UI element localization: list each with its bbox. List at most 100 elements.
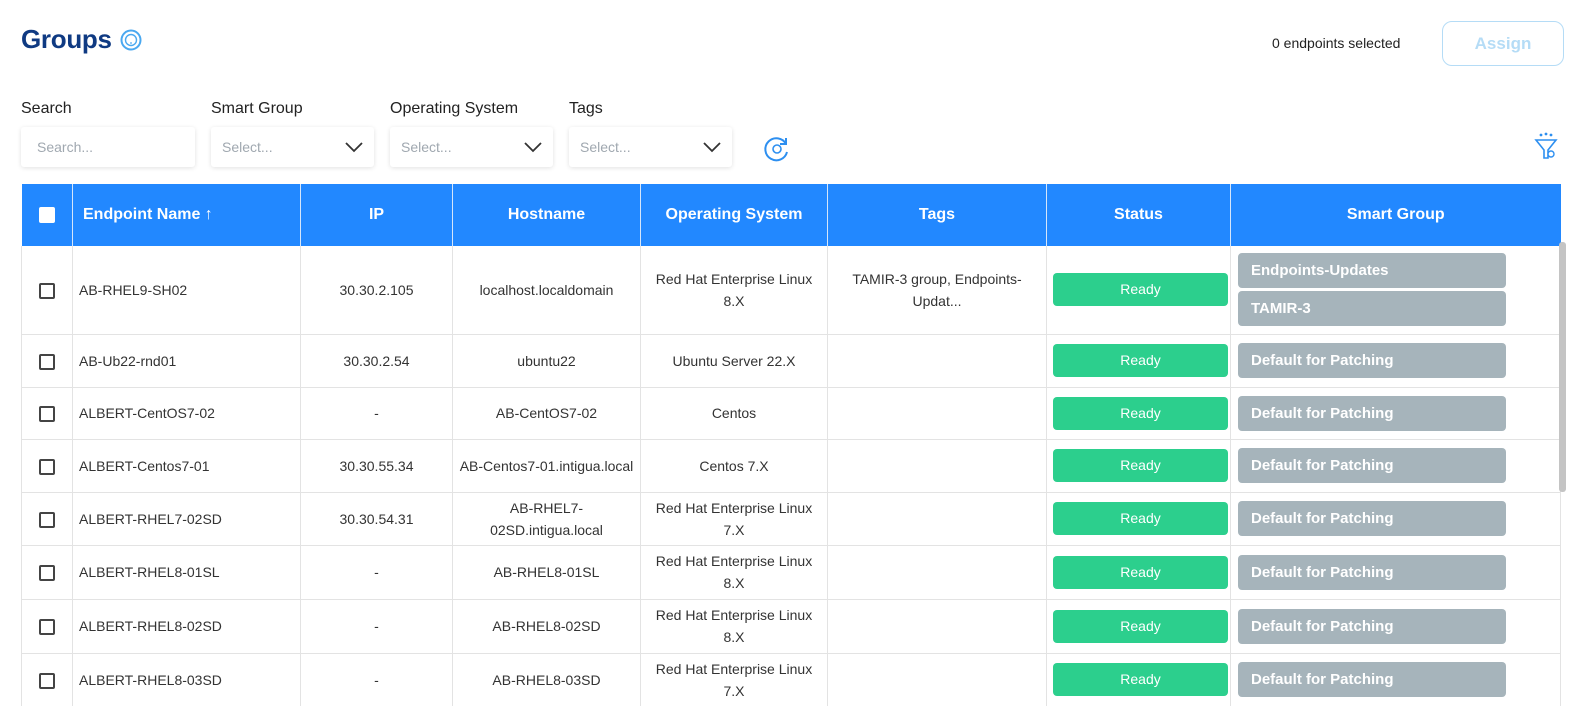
smart-group-select[interactable]: Select... xyxy=(211,127,374,167)
tags-cell xyxy=(827,653,1047,706)
help-icon[interactable] xyxy=(120,29,142,51)
chevron-down-icon xyxy=(345,142,363,153)
ip-cell: 30.30.55.34 xyxy=(300,439,453,493)
row-checkbox[interactable] xyxy=(39,511,55,528)
os-cell: Red Hat Enterprise Linux 8.X xyxy=(640,545,828,600)
os-label: Operating System xyxy=(390,100,519,117)
assign-button[interactable]: Assign xyxy=(1442,21,1564,66)
tags-cell xyxy=(827,334,1047,388)
row-checkbox[interactable] xyxy=(39,406,55,423)
tags-select[interactable]: Select... xyxy=(569,127,732,167)
row-select-cell[interactable] xyxy=(21,439,73,493)
status-badge: Ready xyxy=(1053,555,1228,589)
ip-cell: - xyxy=(300,599,453,654)
filter-funnel-icon[interactable] xyxy=(1534,132,1558,162)
tags-select-value: Select... xyxy=(580,139,631,155)
row-checkbox[interactable] xyxy=(39,283,55,300)
os-cell: Centos xyxy=(640,387,828,440)
smart-group-badge[interactable]: Default for Patching xyxy=(1238,395,1506,431)
os-cell: Red Hat Enterprise Linux 8.X xyxy=(640,246,828,335)
tags-label: Tags xyxy=(569,100,603,117)
select-all-cell[interactable] xyxy=(21,184,73,246)
row-select-cell[interactable] xyxy=(21,246,73,335)
ip-cell: 30.30.2.54 xyxy=(300,334,453,388)
table-row[interactable]: ALBERT-Centos7-01 30.30.55.34 AB-Centos7-0… xyxy=(21,439,1561,493)
smart-group-cell: Default for Patching xyxy=(1230,653,1561,706)
os-cell: Red Hat Enterprise Linux 7.X xyxy=(640,492,828,546)
smart-group-cell: Default for Patching xyxy=(1230,599,1561,654)
column-ip[interactable]: IP xyxy=(300,184,453,246)
search-input[interactable] xyxy=(32,139,185,155)
row-select-cell[interactable] xyxy=(21,653,73,706)
endpoint-name-cell: ALBERT-RHEL8-03SD xyxy=(72,653,301,706)
hostname-cell: AB-RHEL7-02SD.intigua.local xyxy=(452,492,641,546)
table-row[interactable]: ALBERT-RHEL8-03SD - AB-RHEL8-03SD Red Hat E… xyxy=(21,653,1561,706)
column-smart-group[interactable]: Smart Group xyxy=(1230,184,1561,246)
os-cell: Red Hat Enterprise Linux 8.X xyxy=(640,599,828,654)
tags-cell xyxy=(827,387,1047,440)
row-checkbox[interactable] xyxy=(39,458,55,475)
smart-group-filter: Smart Group Select... xyxy=(211,100,374,167)
smart-group-badge[interactable]: Default for Patching xyxy=(1238,554,1506,590)
column-hostname[interactable]: Hostname xyxy=(452,184,641,246)
endpoint-name-cell: ALBERT-RHEL7-02SD xyxy=(72,492,301,546)
smart-group-cell: Default for Patching xyxy=(1230,492,1561,546)
smart-group-badge[interactable]: Endpoints-Updates xyxy=(1238,253,1506,289)
tags-cell xyxy=(827,545,1047,600)
status-cell: Ready xyxy=(1046,492,1231,546)
table-row[interactable]: AB-RHEL9-SH02 30.30.2.105 localhost.locald… xyxy=(21,246,1561,335)
smart-group-badge[interactable]: Default for Patching xyxy=(1238,608,1506,644)
search-label: Search xyxy=(21,100,72,117)
row-select-cell[interactable] xyxy=(21,492,73,546)
row-checkbox[interactable] xyxy=(39,353,55,370)
row-select-cell[interactable] xyxy=(21,545,73,600)
status-cell: Ready xyxy=(1046,545,1231,600)
status-badge: Ready xyxy=(1053,663,1228,696)
table-scrollbar[interactable] xyxy=(1559,242,1566,492)
column-status[interactable]: Status xyxy=(1046,184,1231,246)
smart-group-badge[interactable]: Default for Patching xyxy=(1238,662,1506,697)
hostname-cell: AB-Centos7-01.intigua.local xyxy=(452,439,641,493)
row-select-cell[interactable] xyxy=(21,599,73,654)
status-cell: Ready xyxy=(1046,653,1231,706)
status-cell: Ready xyxy=(1046,599,1231,654)
row-select-cell[interactable] xyxy=(21,387,73,440)
tags-cell: TAMIR-3 group, Endpoints-Updat... xyxy=(827,246,1047,335)
smart-group-cell: Default for Patching xyxy=(1230,545,1561,600)
column-tags[interactable]: Tags xyxy=(827,184,1047,246)
ip-cell: - xyxy=(300,653,453,706)
smart-group-badge[interactable]: Default for Patching xyxy=(1238,448,1506,483)
status-badge: Ready xyxy=(1053,502,1228,535)
os-select[interactable]: Select... xyxy=(390,127,553,167)
table-row[interactable]: ALBERT-RHEL8-01SL - AB-RHEL8-01SL Red Hat E… xyxy=(21,545,1561,600)
status-cell: Ready xyxy=(1046,246,1231,335)
table-row[interactable]: ALBERT-CentOS7-02- AB-CentOS7-02 Centos Rea… xyxy=(21,387,1561,440)
column-operating-system[interactable]: Operating System xyxy=(640,184,828,246)
smart-group-badge[interactable]: Default for Patching xyxy=(1238,501,1506,536)
chevron-down-icon xyxy=(703,142,721,153)
table-row[interactable]: ALBERT-RHEL8-02SD - AB-RHEL8-02SD Red Hat E… xyxy=(21,599,1561,654)
status-cell: Ready xyxy=(1046,387,1231,440)
column-endpoint-name[interactable]: Endpoint Name ↑ xyxy=(72,184,301,246)
table-row[interactable]: AB-Ub22-rnd01 30.30.2.54 ubuntu22 Ubuntu Se… xyxy=(21,334,1561,388)
os-cell: Centos 7.X xyxy=(640,439,828,493)
row-checkbox[interactable] xyxy=(39,672,55,689)
os-cell: Red Hat Enterprise Linux 7.X xyxy=(640,653,828,706)
ip-cell: 30.30.54.31 xyxy=(300,492,453,546)
smart-group-badge[interactable]: Default for Patching xyxy=(1238,343,1506,378)
select-all-checkbox[interactable] xyxy=(38,206,55,223)
endpoint-name-cell: AB-RHEL9-SH02 xyxy=(72,246,301,335)
hostname-cell: AB-RHEL8-03SD xyxy=(452,653,641,706)
status-badge: Ready xyxy=(1053,273,1228,307)
refresh-icon[interactable] xyxy=(762,134,792,164)
table-row[interactable]: ALBERT-RHEL7-02SD 30.30.54.31 AB-RHEL7-02S… xyxy=(21,492,1561,546)
tags-filter: Tags Select... xyxy=(569,100,732,167)
ip-cell: - xyxy=(300,545,453,600)
row-select-cell[interactable] xyxy=(21,334,73,388)
smart-group-badge[interactable]: TAMIR-3 xyxy=(1238,291,1506,327)
smart-group-label: Smart Group xyxy=(211,100,303,117)
row-checkbox[interactable] xyxy=(39,565,55,582)
page-header: Groups xyxy=(21,24,142,55)
page-title: Groups xyxy=(21,24,112,54)
row-checkbox[interactable] xyxy=(39,619,55,636)
